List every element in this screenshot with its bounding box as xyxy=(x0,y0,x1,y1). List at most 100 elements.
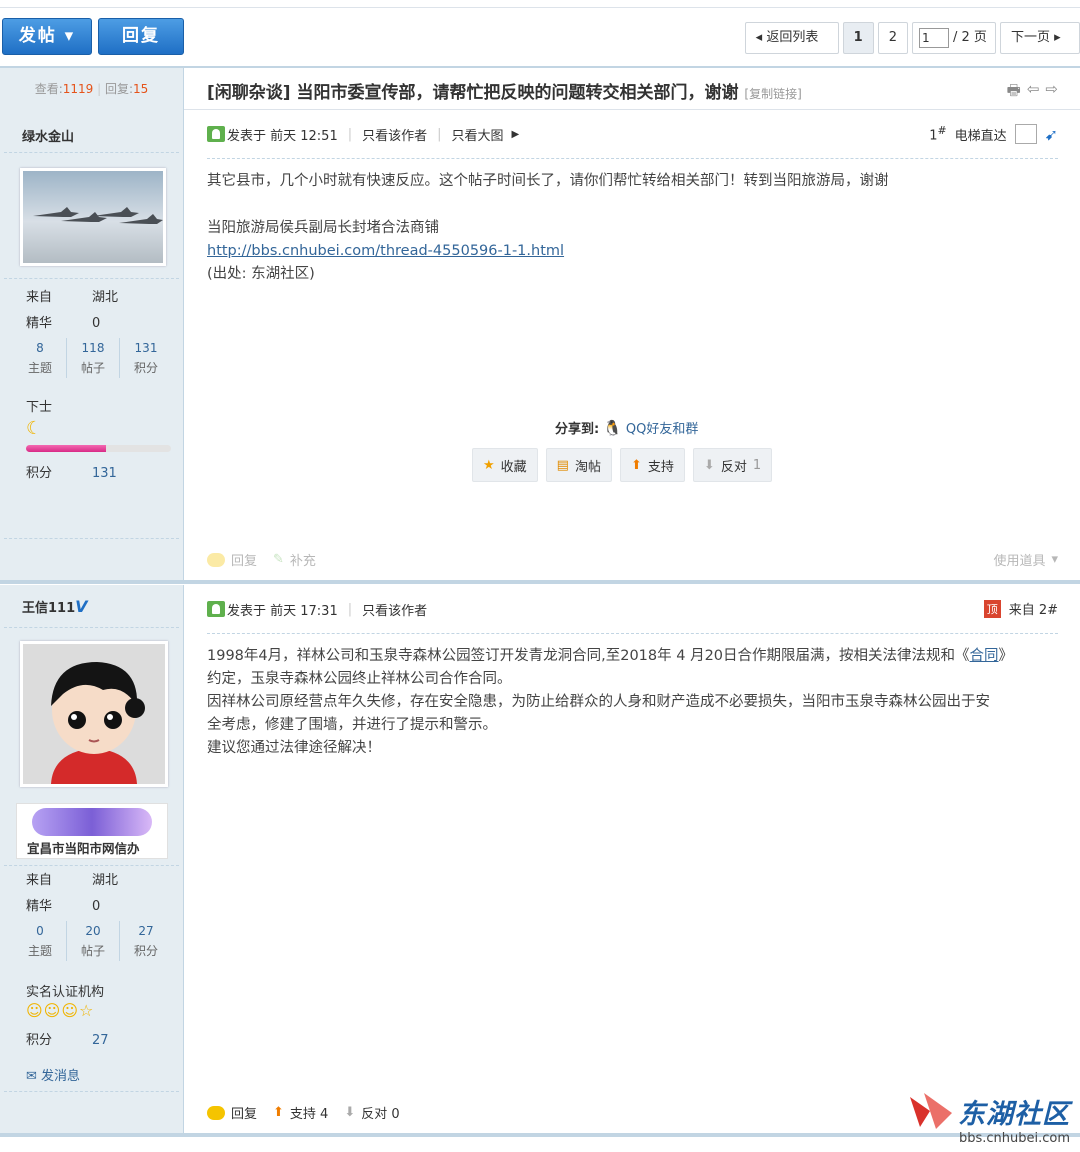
stat-value: 27 xyxy=(138,924,154,938)
points-value: 131 xyxy=(92,466,117,481)
post-line: 其它县市，几个小时就有快速反应。这个帖子时间长了，请你们帮忙转给相关部门！转到当… xyxy=(207,173,889,189)
post-footer: 回复 ✎ 补充 使用道具 ▾ xyxy=(207,550,1058,569)
post-text: 1998年4月，祥林公司和玉泉寺森林公园签订开发青龙洞合同,至2018年 4 月… xyxy=(207,648,970,664)
stat-label: 积分 xyxy=(133,944,158,958)
down-arrow-icon: ⬇ xyxy=(344,1105,356,1120)
author-name-text: 王信111 xyxy=(22,601,76,616)
oppose-label: 反对 xyxy=(720,459,747,475)
thumb-down-arrow-icon: ⬇ xyxy=(703,457,715,473)
supplement-link[interactable]: ✎ 补充 xyxy=(273,550,316,569)
rank-title: 下士 xyxy=(26,400,53,415)
thread-stats: 查看:1119 | 回复:15 xyxy=(0,68,184,110)
contract-link[interactable]: 合同 xyxy=(970,648,999,664)
next-thread-icon[interactable]: ⇨ xyxy=(1045,80,1058,105)
stat-value: 0 xyxy=(36,924,44,938)
oppose-label: 反对 0 xyxy=(361,1107,400,1122)
prev-thread-icon[interactable]: ⇦ xyxy=(1027,80,1040,105)
points-value: 27 xyxy=(92,1033,109,1048)
qq-penguin-icon: 🐧 xyxy=(603,418,622,437)
page-jump-input[interactable]: 1 xyxy=(919,28,949,48)
from-floor-link[interactable]: 来自 2# xyxy=(1009,599,1058,618)
verified-v-icon: V xyxy=(75,597,88,616)
rank-title: 实名认证机构 xyxy=(26,985,105,1000)
from-value: 湖北 xyxy=(92,290,119,305)
left-arrow-icon: ◂ xyxy=(755,30,763,45)
back-to-list-button[interactable]: ◂ 返回列表 xyxy=(744,22,839,54)
share-qq-link[interactable]: QQ好友和群 xyxy=(626,418,698,437)
digest-value: 0 xyxy=(92,316,101,331)
stat-value: 118 xyxy=(81,341,105,355)
author-name[interactable]: 绿水金山 xyxy=(22,126,74,145)
elevator-label: 电梯直达 xyxy=(954,128,1007,144)
author-online-icon xyxy=(207,601,225,617)
print-icon[interactable]: 🖶 xyxy=(1007,80,1021,105)
support-label: 支持 xyxy=(647,459,674,475)
thread-title: [闲聊杂谈] 当阳市委宣传部，请帮忙把反映的问题转交相关部门，谢谢 [复制链接] xyxy=(207,78,802,103)
supplement-icon: ✎ xyxy=(273,552,284,567)
post-meta: 发表于 前天 12:51 | 只看该作者 | 只看大图 ▶ 1# 电梯直达 ➹ xyxy=(207,124,1058,144)
stat-label: 主题 xyxy=(27,361,52,375)
avatar[interactable] xyxy=(20,168,166,266)
avatar[interactable] xyxy=(20,641,168,787)
next-label: 下一页 xyxy=(1011,30,1051,45)
stat-posts[interactable]: 20 帖子 xyxy=(67,921,120,961)
replies-label: 回复: xyxy=(104,82,134,96)
send-message-link[interactable]: ✉ 发消息 xyxy=(26,1065,80,1084)
oppose-button[interactable]: ⬇ 反对 1 xyxy=(692,448,773,482)
floor-jump-input[interactable] xyxy=(1014,124,1037,144)
floor-nav: 1# 电梯直达 ➹ xyxy=(929,124,1058,144)
points-row: 积分 131 xyxy=(26,462,117,481)
author-sidebar: 王信111V 宜昌市当阳市网信办 来自 湖北 精华 0 0 主题 20 帖子 2… xyxy=(0,585,184,1133)
page-1[interactable]: 1 xyxy=(842,22,874,54)
post-line: 当阳旅游局侯兵副局长封堵合法商铺 xyxy=(207,220,439,236)
author-name[interactable]: 王信111V xyxy=(22,597,88,616)
reply-label: 回复 xyxy=(231,554,258,569)
only-author-link[interactable]: 只看该作者 xyxy=(362,600,427,619)
badge-banner-image xyxy=(32,808,152,836)
separator: | xyxy=(347,601,353,617)
next-page-button[interactable]: 下一页 ▸ xyxy=(1000,22,1080,54)
collect-label: 淘帖 xyxy=(574,459,601,475)
use-item-link[interactable]: 使用道具 ▾ xyxy=(993,550,1058,569)
jump-icon[interactable]: ➹ xyxy=(1045,125,1058,144)
level-bar-fill xyxy=(26,445,106,452)
page-2[interactable]: 2 xyxy=(877,22,908,54)
divider xyxy=(4,1091,179,1092)
cartoon-avatar-image xyxy=(23,644,165,784)
page-total: / 2 页 xyxy=(953,30,987,45)
stat-threads[interactable]: 8 主题 xyxy=(14,338,67,378)
stat-points[interactable]: 131 积分 xyxy=(120,338,172,378)
support-link[interactable]: ⬆ 支持 4 xyxy=(273,1103,328,1122)
new-post-button[interactable]: 发帖 ▾ xyxy=(2,18,92,55)
reply-button[interactable]: 回复 xyxy=(98,18,184,55)
oppose-link[interactable]: ⬇ 反对 0 xyxy=(344,1103,399,1122)
floor-source: 顶 来自 2# xyxy=(983,599,1058,618)
stat-posts[interactable]: 118 帖子 xyxy=(67,338,120,378)
digest-value: 0 xyxy=(92,899,101,914)
author-online-icon xyxy=(207,126,225,142)
reply-label: 回复 xyxy=(231,1107,258,1122)
copy-link[interactable]: [复制链接] xyxy=(744,87,801,101)
views-count: 1119 xyxy=(62,82,94,96)
support-button[interactable]: ⬆ 支持 xyxy=(619,448,685,482)
reply-link[interactable]: 回复 xyxy=(207,1103,257,1122)
chevron-down-icon: ▾ xyxy=(1051,552,1058,567)
points-row: 积分 27 xyxy=(26,1029,109,1048)
big-pic-link[interactable]: 只看大图 xyxy=(452,125,504,144)
from-row: 来自 湖北 xyxy=(26,286,118,305)
share-label: 分享到: xyxy=(555,422,600,437)
divider xyxy=(4,278,179,279)
views-label: 查看: xyxy=(34,82,63,96)
reply-link[interactable]: 回复 xyxy=(207,550,257,569)
collect-button[interactable]: ▤ 淘帖 xyxy=(545,448,612,482)
stat-label: 主题 xyxy=(27,944,52,958)
triangle-right-icon: ▶ xyxy=(511,128,520,140)
org-name: 宜昌市当阳市网信办 xyxy=(27,841,140,856)
post-line: 1998年4月，祥林公司和玉泉寺森林公园签订开发青龙洞合同,至2018年 4 月… xyxy=(207,645,1058,668)
thread-link[interactable]: http://bbs.cnhubei.com/thread-4550596-1-… xyxy=(207,240,889,263)
only-author-link[interactable]: 只看该作者 xyxy=(362,125,427,144)
favorite-label: 收藏 xyxy=(500,459,527,475)
favorite-button[interactable]: ★ 收藏 xyxy=(472,448,538,482)
stat-threads[interactable]: 0 主题 xyxy=(14,921,67,961)
stat-points[interactable]: 27 积分 xyxy=(120,921,172,961)
